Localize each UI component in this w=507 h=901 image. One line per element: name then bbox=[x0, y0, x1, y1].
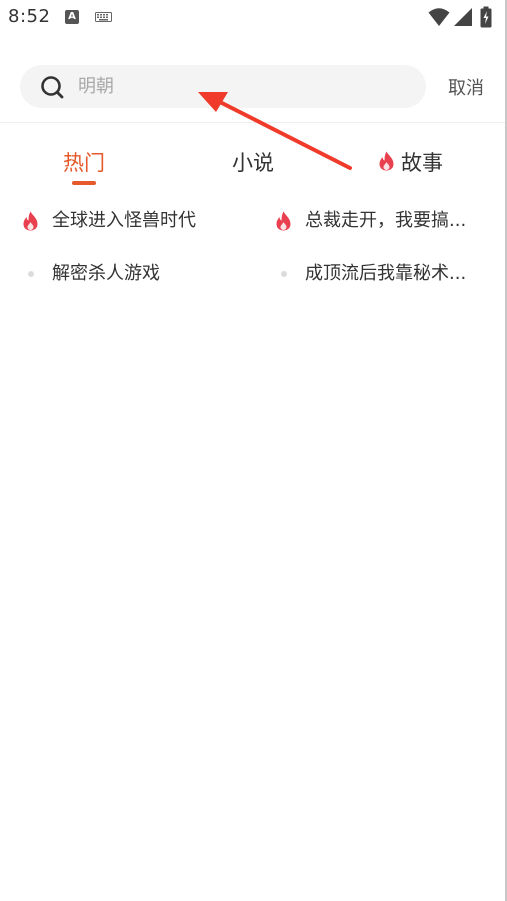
flame-icon bbox=[276, 211, 291, 231]
tab-hot[interactable]: 热门 bbox=[63, 147, 105, 177]
dot-icon bbox=[281, 271, 287, 277]
hot-list-item[interactable]: 解密杀人游戏 bbox=[22, 261, 252, 289]
dot-icon bbox=[28, 271, 34, 277]
tab-hot-label: 热门 bbox=[63, 151, 105, 175]
tab-story[interactable]: 故事 bbox=[401, 147, 443, 177]
screen: 8:52 A 明朝 取消 热门 小说 故事 全球进入怪兽时代 总裁走开，我要搞.… bbox=[0, 0, 507, 901]
search-icon bbox=[41, 76, 64, 99]
a-notification-icon: A bbox=[65, 10, 79, 24]
hot-list-item[interactable]: 全球进入怪兽时代 bbox=[22, 208, 252, 236]
cancel-button[interactable]: 取消 bbox=[448, 74, 484, 100]
hot-list-item-label: 解密杀人游戏 bbox=[52, 263, 160, 284]
annotation-arrow-icon bbox=[198, 92, 352, 170]
status-time: 8:52 bbox=[8, 6, 51, 27]
tab-story-label: 故事 bbox=[401, 151, 443, 175]
hot-list-item[interactable]: 成顶流后我靠秘术... bbox=[275, 261, 495, 289]
wifi-icon bbox=[428, 8, 450, 26]
keyboard-icon bbox=[95, 12, 112, 22]
status-bar: 8:52 A bbox=[0, 0, 505, 36]
hot-list-item-label: 总裁走开，我要搞... bbox=[305, 210, 467, 231]
battery-icon bbox=[480, 6, 492, 28]
hot-list-item[interactable]: 总裁走开，我要搞... bbox=[275, 208, 495, 236]
flame-icon bbox=[379, 151, 394, 171]
status-icons bbox=[428, 6, 498, 28]
signal-icon bbox=[454, 8, 472, 26]
hot-list-item-label: 成顶流后我靠秘术... bbox=[305, 263, 467, 284]
hot-list-item-label: 全球进入怪兽时代 bbox=[52, 210, 196, 231]
flame-icon bbox=[23, 211, 38, 231]
tab-active-indicator bbox=[72, 181, 96, 185]
